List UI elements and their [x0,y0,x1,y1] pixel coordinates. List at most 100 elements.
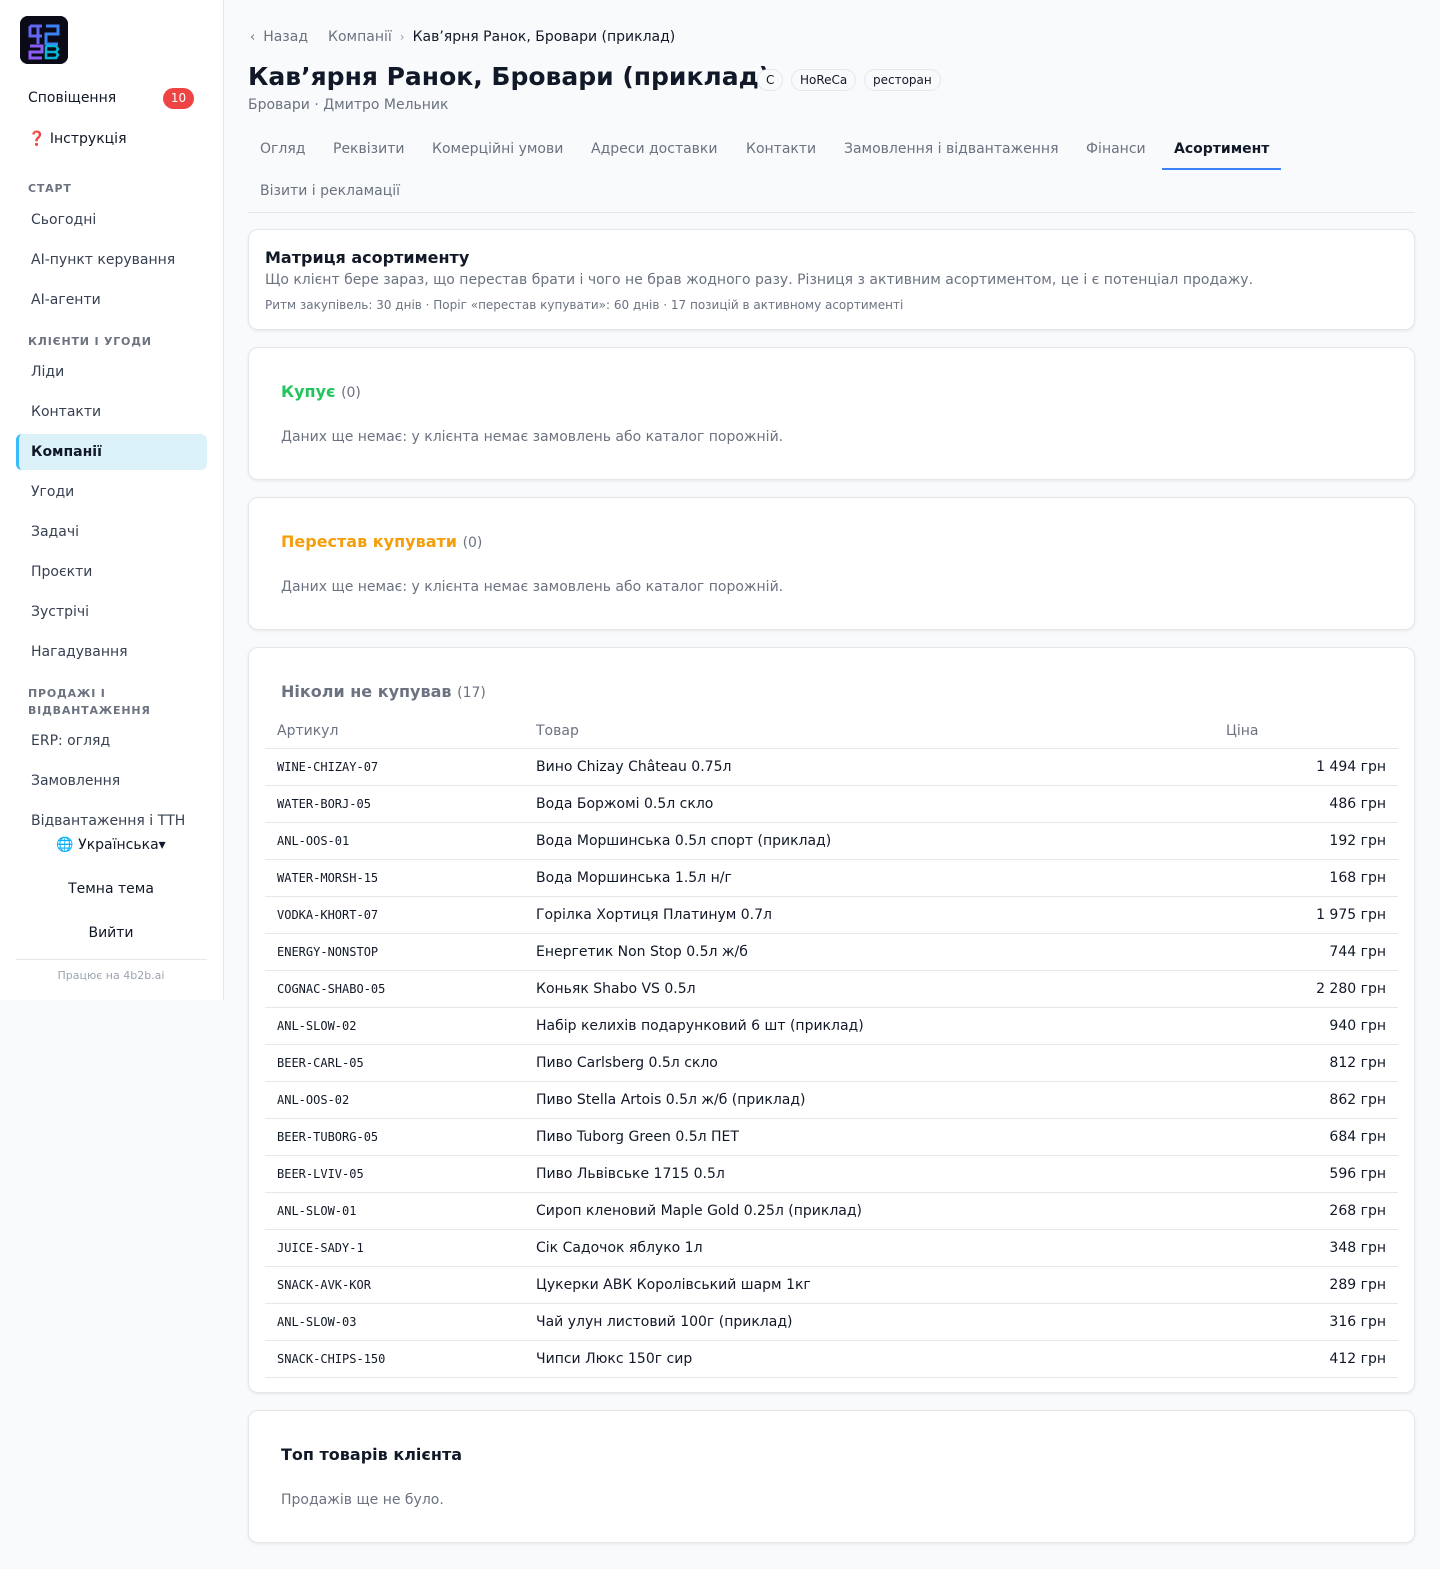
chevron-right-icon: › [399,30,405,44]
tab-requisites[interactable]: Реквізити [321,128,416,170]
sidebar-item-leads[interactable]: Ліди [16,354,207,390]
product-name-cell: Сік Садочок яблуко 1л [524,1229,1214,1267]
sidebar-item-tasks[interactable]: Задачі [16,514,207,550]
buying-card: Купує (0) Даних ще немає: у клієнта нема… [248,347,1415,480]
section-label-sales: ПРОДАЖІ І ВІДВАНТАЖЕННЯ [28,687,151,717]
product-name-cell: Вода Боржомі 0.5л скло [524,785,1214,823]
column-header-product: Товар [524,714,1214,749]
notifications-count-badge: 10 [163,88,194,109]
tab-overview[interactable]: Огляд [248,128,317,170]
sidebar-item-reminders[interactable]: Нагадування [16,634,207,670]
product-name-cell: Набір келихів подарунковий 6 шт (приклад… [524,1007,1214,1045]
sku-cell: BEER-CARL-05 [265,1044,524,1082]
never-title: Ніколи не купував [281,682,452,701]
sku-cell: VODKA-KHORT-07 [265,896,524,934]
buying-section-title: Купує (0) [281,382,361,401]
sidebar-item-contacts[interactable]: Контакти [16,394,207,430]
column-header-sku: Артикул [265,714,524,749]
price-cell: 486 грн [1214,785,1398,823]
stopped-empty-text: Даних ще немає: у клієнта немає замовлен… [281,579,784,595]
sidebar-item-companies[interactable]: Компанії [16,434,207,470]
price-cell: 596 грн [1214,1155,1398,1193]
dark-theme-toggle[interactable]: Темна тема [0,881,222,897]
logo-icon [20,16,68,64]
product-name-cell: Вода Моршинська 0.5л спорт (приклад) [524,822,1214,860]
breadcrumb-current: Кав’ярня Ранок, Бровари (приклад) [412,29,676,45]
table-row[interactable]: ANL-SLOW-02 Набір келихів подарунковий 6 … [265,1007,1398,1045]
price-cell: 268 грн [1214,1192,1398,1230]
price-cell: 316 грн [1214,1303,1398,1341]
tab-finances[interactable]: Фінанси [1074,128,1158,170]
tab-assortment[interactable]: Асортимент [1162,128,1282,170]
section-label-clients: КЛІЄНТИ І УГОДИ [28,335,152,348]
notifications-link[interactable]: Сповіщення [28,90,116,106]
sidebar-item-orders[interactable]: Замовлення [16,763,207,799]
tab-commercial-terms[interactable]: Комерційні умови [420,128,575,170]
buying-count: (0) [341,385,361,401]
price-cell: 812 грн [1214,1044,1398,1082]
tab-contacts[interactable]: Контакти [734,128,828,170]
never-section-title: Ніколи не купував (17) [281,682,486,701]
never-bought-card: Ніколи не купував (17) Артикул Товар Цін… [248,647,1415,1393]
product-name-cell: Чипси Люкс 150г сир [524,1340,1214,1378]
sku-cell: ANL-SLOW-02 [265,1007,524,1045]
table-row[interactable]: ANL-SLOW-01 Сироп кленовий Maple Gold 0.2… [265,1192,1398,1230]
back-link[interactable]: Назад [263,29,308,45]
table-row[interactable]: WATER-MORSH-15 Вода Моршинська 1.5л н/г 16… [265,859,1398,897]
table-row[interactable]: VODKA-KHORT-07 Горілка Хортиця Платинум 0… [265,896,1398,934]
breadcrumb-companies-link[interactable]: Компанії [328,29,392,45]
table-row[interactable]: BEER-CARL-05 Пиво Carlsberg 0.5л скло 812 … [265,1044,1398,1082]
sku-cell: ANL-SLOW-03 [265,1303,524,1341]
table-row[interactable]: WATER-BORJ-05 Вода Боржомі 0.5л скло 486 г… [265,785,1398,823]
price-cell: 1 975 грн [1214,896,1398,934]
app-logo[interactable] [20,16,68,64]
price-cell: 744 грн [1214,933,1398,971]
price-cell: 2 280 грн [1214,970,1398,1008]
sidebar-divider [16,959,207,960]
tab-delivery-addresses[interactable]: Адреси доставки [579,128,730,170]
instruction-link[interactable]: ❓ Інструкція [28,131,127,147]
sku-cell: SNACK-AVK-KOR [265,1266,524,1304]
logout-button[interactable]: Вийти [0,925,222,941]
table-row[interactable]: COGNAC-SHABO-05 Коньяк Shabo VS 0.5л 2 280… [265,970,1398,1008]
language-select[interactable]: 🌐 Українська▾ [0,837,222,853]
sidebar-item-meetings[interactable]: Зустрічі [16,594,207,630]
price-cell: 862 грн [1214,1081,1398,1119]
table-header-row: Артикул Товар Ціна [265,714,1398,749]
table-row[interactable]: ENERGY-NONSTOP Енергетик Non Stop 0.5л ж/… [265,933,1398,971]
sku-cell: ANL-OOS-02 [265,1081,524,1119]
table-row[interactable]: JUICE-SADY-1 Сік Садочок яблуко 1л 348 грн [265,1229,1398,1267]
price-cell: 940 грн [1214,1007,1398,1045]
top-products-card: Топ товарів клієнта Продажів ще не було. [248,1410,1415,1543]
product-name-cell: Пиво Stella Artois 0.5л ж/б (приклад) [524,1081,1214,1119]
sidebar-item-shipments[interactable]: Відвантаження і ТТН [16,803,207,839]
table-row[interactable]: BEER-TUBORG-05 Пиво Tuborg Green 0.5л ПЕТ… [265,1118,1398,1156]
sidebar-item-ai-control[interactable]: AI-пункт керування [16,242,207,278]
assortment-matrix-card: Матриця асортименту Що клієнт бере зараз… [248,229,1415,330]
buying-empty-text: Даних ще немає: у клієнта немає замовлен… [281,429,784,445]
table-row[interactable]: ANL-SLOW-03 Чай улун листовий 100г (прикл… [265,1303,1398,1341]
product-name-cell: Вино Chizay Château 0.75л [524,748,1214,786]
tab-orders-shipments[interactable]: Замовлення і відвантаження [832,128,1071,170]
sidebar-item-today[interactable]: Сьогодні [16,202,207,238]
sidebar-item-projects[interactable]: Проєкти [16,554,207,590]
price-cell: 192 грн [1214,822,1398,860]
sidebar-item-erp[interactable]: ERP: огляд [16,723,207,759]
sidebar-item-deals[interactable]: Угоди [16,474,207,510]
company-subtitle: Бровари · Дмитро Мельник [248,97,449,113]
stopped-buying-card: Перестав купувати (0) Даних ще немає: у … [248,497,1415,630]
tabs-divider [248,212,1415,213]
sidebar-item-ai-agents[interactable]: AI-агенти [16,282,207,318]
table-row[interactable]: SNACK-CHIPS-150 Чипси Люкс 150г сир 412 гр… [265,1340,1398,1378]
price-cell: 348 грн [1214,1229,1398,1267]
segment-badge: HoReCa [791,69,857,91]
product-name-cell: Сироп кленовий Maple Gold 0.25л (приклад… [524,1192,1214,1230]
product-name-cell: Горілка Хортиця Платинум 0.7л [524,896,1214,934]
table-row[interactable]: ANL-OOS-02 Пиво Stella Artois 0.5л ж/б (п… [265,1081,1398,1119]
table-row[interactable]: SNACK-AVK-KOR Цукерки АВК Королівський ша… [265,1266,1398,1304]
tab-visits-claims[interactable]: Візити і рекламації [248,170,412,212]
table-row[interactable]: WINE-CHIZAY-07 Вино Chizay Château 0.75л 1… [265,748,1398,786]
table-row[interactable]: BEER-LVIV-05 Пиво Львівське 1715 0.5л 596 … [265,1155,1398,1193]
sku-cell: ANL-SLOW-01 [265,1192,524,1230]
table-row[interactable]: ANL-OOS-01 Вода Моршинська 0.5л спорт (пр… [265,822,1398,860]
